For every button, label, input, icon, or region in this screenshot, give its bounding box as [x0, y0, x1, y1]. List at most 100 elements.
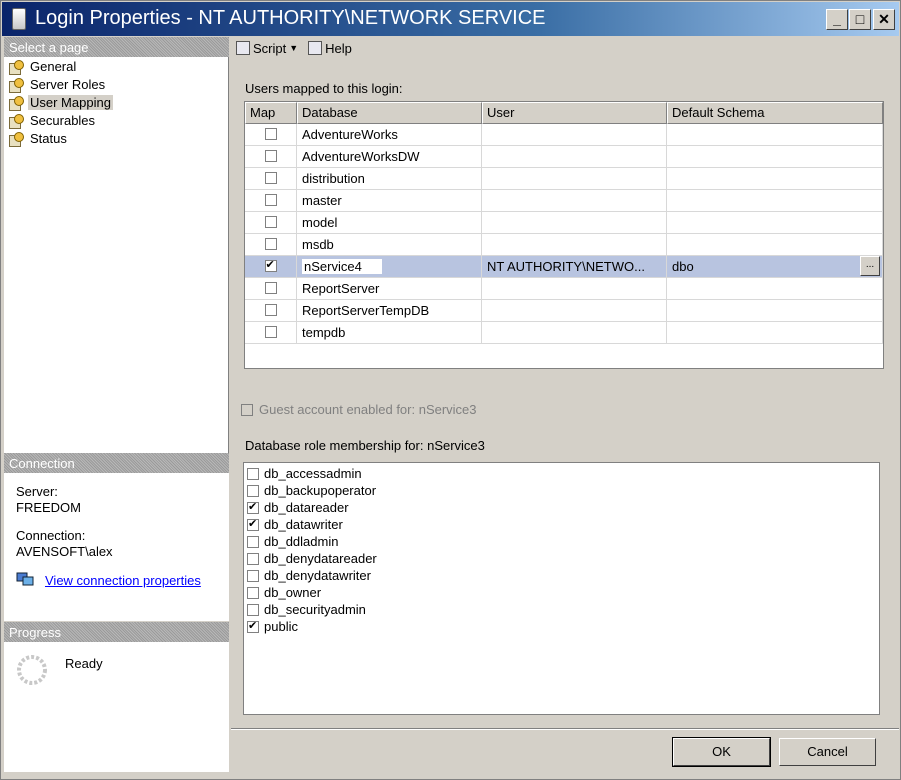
maximize-button[interactable]: □ — [849, 9, 871, 30]
database-cell: ReportServer — [297, 278, 482, 300]
ok-button[interactable]: OK — [672, 737, 771, 767]
role-label: db_ddladmin — [264, 534, 339, 549]
role-checkbox[interactable] — [247, 569, 259, 582]
user-cell[interactable] — [482, 234, 667, 256]
default-schema-cell[interactable] — [667, 322, 883, 344]
role-checkbox[interactable] — [247, 500, 259, 514]
default-schema-cell[interactable]: dbo... — [667, 256, 883, 278]
table-row[interactable]: master — [245, 190, 883, 212]
table-row[interactable]: nService4NT AUTHORITY\NETWO...dbo... — [245, 256, 883, 278]
role-checkbox[interactable] — [247, 586, 259, 599]
table-row[interactable]: distribution — [245, 168, 883, 190]
map-checkbox[interactable] — [264, 128, 277, 140]
column-header-database[interactable]: Database — [297, 102, 482, 124]
role-item[interactable]: db_ddladmin — [247, 533, 338, 550]
map-cell — [245, 256, 297, 278]
user-cell[interactable] — [482, 168, 667, 190]
minimize-button[interactable]: _ — [826, 9, 848, 30]
role-item[interactable]: db_denydatawriter — [247, 567, 371, 584]
table-row[interactable]: model — [245, 212, 883, 234]
connection-value: AVENSOFT\alex — [16, 544, 113, 559]
role-checkbox[interactable] — [247, 467, 259, 480]
help-button[interactable]: Help — [305, 41, 355, 56]
user-cell[interactable] — [482, 146, 667, 168]
column-header-map[interactable]: Map — [245, 102, 297, 124]
role-checkbox[interactable] — [247, 535, 259, 548]
role-item[interactable]: db_datawriter — [247, 516, 343, 533]
default-schema-cell[interactable] — [667, 278, 883, 300]
table-row[interactable]: ReportServerTempDB — [245, 300, 883, 322]
map-checkbox[interactable] — [264, 238, 277, 250]
default-schema-cell[interactable] — [667, 168, 883, 190]
map-cell — [245, 322, 297, 344]
progress-header: Progress — [4, 622, 229, 642]
page-item-user-mapping[interactable]: User Mapping — [8, 94, 113, 111]
user-cell[interactable] — [482, 212, 667, 234]
script-label: Script — [253, 40, 287, 56]
role-checkbox[interactable] — [247, 603, 259, 616]
user-mapping-grid: Map Database User Default Schema Adventu… — [244, 101, 884, 369]
role-checkbox[interactable] — [247, 619, 259, 633]
column-header-user[interactable]: User — [482, 102, 667, 124]
map-cell — [245, 168, 297, 190]
default-schema-cell[interactable] — [667, 300, 883, 322]
user-cell[interactable]: NT AUTHORITY\NETWO... — [482, 256, 667, 278]
role-label: db_datareader — [264, 500, 349, 515]
default-schema-cell[interactable] — [667, 234, 883, 256]
column-header-default-schema[interactable]: Default Schema — [667, 102, 883, 124]
role-item[interactable]: db_datareader — [247, 499, 349, 516]
default-schema-cell[interactable] — [667, 146, 883, 168]
role-item[interactable]: db_accessadmin — [247, 465, 362, 482]
role-label: db_denydatareader — [264, 551, 377, 566]
map-checkbox[interactable] — [264, 282, 277, 294]
user-cell[interactable] — [482, 278, 667, 300]
page-item-status[interactable]: Status — [8, 130, 69, 147]
role-item[interactable]: db_owner — [247, 584, 321, 601]
view-connection-properties-link[interactable]: View connection properties — [45, 573, 201, 588]
users-mapped-label: Users mapped to this login: — [245, 81, 403, 96]
script-button[interactable]: Script ▼ — [233, 41, 301, 56]
database-cell: tempdb — [297, 322, 482, 344]
browse-schema-button[interactable]: ... — [860, 256, 880, 276]
table-row[interactable]: msdb — [245, 234, 883, 256]
close-button[interactable]: ✕ — [873, 9, 895, 30]
schema-value: dbo — [672, 259, 694, 274]
role-item[interactable]: db_denydatareader — [247, 550, 377, 567]
connection-header: Connection — [4, 453, 229, 473]
user-cell[interactable] — [482, 322, 667, 344]
table-row[interactable]: AdventureWorksDW — [245, 146, 883, 168]
map-checkbox[interactable] — [264, 150, 277, 162]
cancel-button[interactable]: Cancel — [779, 738, 876, 766]
title-bar[interactable]: Login Properties - NT AUTHORITY\NETWORK … — [2, 2, 899, 36]
map-checkbox[interactable] — [264, 194, 277, 206]
role-item[interactable]: db_backupoperator — [247, 482, 376, 499]
chevron-down-icon: ▼ — [289, 43, 299, 53]
default-schema-cell[interactable] — [667, 190, 883, 212]
map-checkbox[interactable] — [264, 326, 277, 338]
role-item[interactable]: public — [247, 618, 298, 635]
user-cell[interactable] — [482, 124, 667, 146]
page-item-general[interactable]: General — [8, 58, 78, 75]
table-row[interactable]: AdventureWorks — [245, 124, 883, 146]
default-schema-cell[interactable] — [667, 212, 883, 234]
map-checkbox[interactable] — [264, 172, 277, 184]
page-item-securables[interactable]: Securables — [8, 112, 97, 129]
user-cell[interactable] — [482, 190, 667, 212]
user-cell[interactable] — [482, 300, 667, 322]
map-checkbox[interactable] — [264, 216, 277, 228]
role-checkbox[interactable] — [247, 517, 259, 531]
database-name: ReportServer — [302, 281, 380, 296]
guest-account-checkbox[interactable]: Guest account enabled for: nService3 — [241, 402, 477, 417]
table-row[interactable]: tempdb — [245, 322, 883, 344]
page-icon — [8, 131, 24, 147]
map-checkbox[interactable] — [264, 258, 277, 272]
page-item-server-roles[interactable]: Server Roles — [8, 76, 107, 93]
table-row[interactable]: ReportServer — [245, 278, 883, 300]
progress-status: Ready — [65, 656, 103, 671]
window-title: Login Properties - NT AUTHORITY\NETWORK … — [35, 7, 546, 29]
role-checkbox[interactable] — [247, 552, 259, 565]
role-checkbox[interactable] — [247, 484, 259, 497]
default-schema-cell[interactable] — [667, 124, 883, 146]
role-item[interactable]: db_securityadmin — [247, 601, 366, 618]
map-checkbox[interactable] — [264, 304, 277, 316]
